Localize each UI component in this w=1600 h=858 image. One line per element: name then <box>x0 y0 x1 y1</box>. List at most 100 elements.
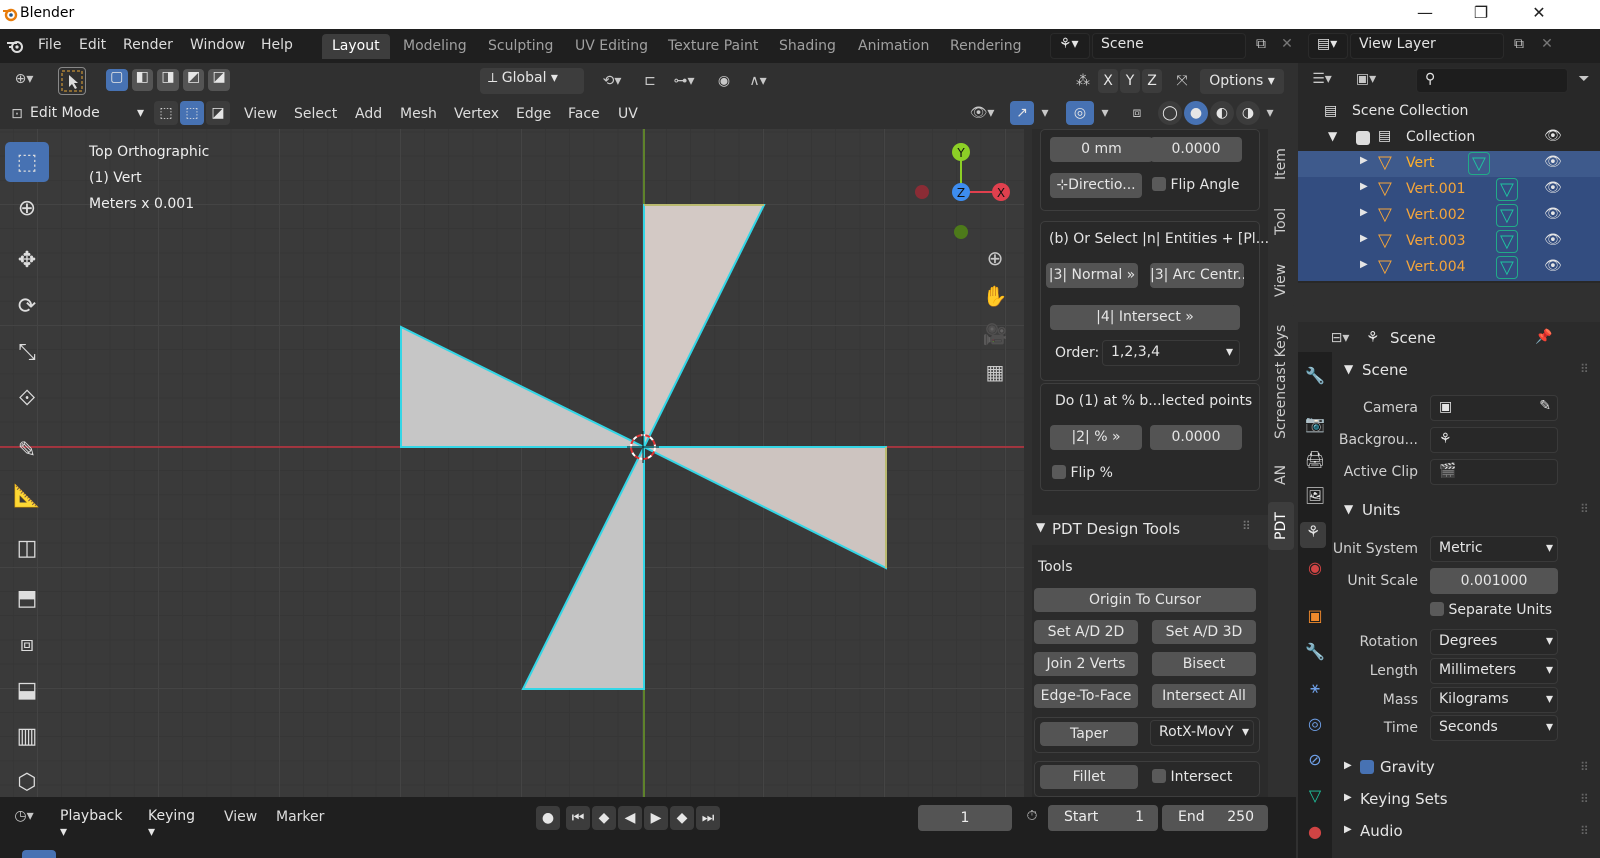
tab-screencast-keys[interactable]: Screencast Keys <box>1268 316 1294 448</box>
3d-cursor-icon[interactable] <box>627 431 659 463</box>
view-layer-tab-icon[interactable]: 🖼 <box>1302 486 1328 512</box>
measure-tool-icon[interactable]: 📐 <box>5 476 49 516</box>
wireframe-shading-icon[interactable]: ◯ <box>1158 101 1182 125</box>
collection-checkbox[interactable] <box>1356 131 1370 145</box>
navigation-gizmo[interactable]: Y X Z <box>908 140 1020 240</box>
keying-sets-section-header[interactable]: ▶ Keying Sets ⠿ <box>1338 788 1600 812</box>
tab-an[interactable]: AN <box>1268 454 1294 496</box>
edge-to-face-button[interactable]: Edge-To-Face <box>1034 684 1138 708</box>
mesh-data-icon[interactable]: ▽ <box>1496 256 1518 279</box>
close-button[interactable]: ✕ <box>1524 3 1554 22</box>
scene-browse-button[interactable]: ⚘▾ <box>1050 33 1090 59</box>
length-dropdown[interactable]: Millimeters ▾ <box>1430 658 1558 684</box>
mirror-z-button[interactable]: Z <box>1142 69 1162 93</box>
knife-tool-icon[interactable]: ⬡ <box>5 762 49 802</box>
gizmo-toggle-icon[interactable]: ↗ <box>1010 101 1034 125</box>
direction-button[interactable]: ⊹Directio... <box>1050 173 1142 198</box>
transform-tool-icon[interactable]: ⟐ <box>5 378 49 418</box>
select-tool-icon[interactable]: ⬚ <box>5 142 49 182</box>
overlays-dropdown-icon[interactable]: ▾ <box>1096 105 1114 121</box>
join-2-verts-button[interactable]: Join 2 Verts <box>1034 652 1138 676</box>
face-right[interactable] <box>643 446 887 570</box>
extrude-tool-icon[interactable]: ⬒ <box>5 578 49 618</box>
design-tools-header[interactable]: ▼ PDT Design Tools ⠿ <box>1032 515 1268 545</box>
menu-render[interactable]: Render <box>123 37 173 53</box>
menu-edge[interactable]: Edge <box>516 106 551 122</box>
play-reverse-icon[interactable]: ◀ <box>618 806 642 830</box>
flip-percent-check[interactable] <box>1052 465 1066 479</box>
start-frame-field[interactable]: Start 1 <box>1048 805 1158 831</box>
intersect-4-button[interactable]: |4| Intersect » <box>1050 305 1240 330</box>
solid-shading-icon[interactable]: ● <box>1184 101 1208 125</box>
tab-tool[interactable]: Tool <box>1268 196 1294 246</box>
current-frame-field[interactable]: 1 <box>918 805 1012 831</box>
edge-select-icon[interactable]: ⬚ <box>180 101 204 125</box>
unit-scale-field[interactable]: 0.001000 <box>1430 568 1558 594</box>
flip-percent-checkbox[interactable]: Flip % <box>1052 465 1113 481</box>
drag-handle-icon[interactable]: ⠿ <box>1580 502 1589 516</box>
visibility-eye-icon[interactable]: 👁 <box>1544 154 1562 170</box>
outliner-collection[interactable]: ▼ ▤ Collection 👁 <box>1298 125 1600 151</box>
jump-end-icon[interactable]: ⏭ <box>696 806 720 830</box>
prev-keyframe-icon[interactable]: ◆ <box>592 806 616 830</box>
expand-arrow-icon[interactable]: ▶ <box>1360 155 1368 166</box>
overlays-toggle-icon[interactable]: ◎ <box>1066 101 1094 125</box>
menu-select[interactable]: Select <box>294 106 337 122</box>
eyedropper-icon[interactable]: ✎ <box>1539 398 1551 414</box>
material-tab-icon[interactable]: ● <box>1302 822 1328 848</box>
jump-start-icon[interactable]: ⏮ <box>566 806 590 830</box>
gizmo-neg-y-icon[interactable] <box>954 225 968 239</box>
transform-orientation-dropdown[interactable]: ⟂ Global ▾ <box>480 68 584 94</box>
delete-view-layer-icon[interactable]: ✕ <box>1536 36 1558 52</box>
tab-shading[interactable]: Shading <box>769 34 846 59</box>
taper-button[interactable]: Taper <box>1040 722 1138 746</box>
menu-edit[interactable]: Edit <box>79 37 106 53</box>
menu-help[interactable]: Help <box>261 37 293 53</box>
tab-layout[interactable]: Layout <box>322 34 390 59</box>
bevel-tool-icon[interactable]: ⬓ <box>5 670 49 710</box>
outliner-row-vert-003[interactable]: ▶ ▽ Vert.003 ▽ 👁 <box>1298 229 1600 255</box>
data-tab-icon[interactable]: ▽ <box>1302 786 1328 812</box>
tab-modeling[interactable]: Modeling <box>393 34 477 59</box>
units-section-header[interactable]: ▼ Units ⠿ <box>1338 498 1600 524</box>
proportional-edit-icon[interactable]: ◉ <box>714 73 734 89</box>
visibility-icon[interactable]: 👁▾ <box>962 105 1002 121</box>
arc-centre-button[interactable]: |3| Arc Centr... <box>1150 263 1244 288</box>
inset-tool-icon[interactable]: ⧈ <box>5 624 49 664</box>
menu-uv[interactable]: UV <box>618 106 638 122</box>
filter-icon[interactable]: ⏷ <box>1574 71 1594 87</box>
annotate-tool-icon[interactable]: ✎ <box>5 430 49 470</box>
restore-button[interactable]: ❐ <box>1466 3 1496 22</box>
face-top[interactable] <box>643 204 766 448</box>
distance-field[interactable]: 0 mm <box>1050 137 1153 162</box>
flip-angle-checkbox[interactable]: Flip Angle <box>1152 177 1262 197</box>
face-select-icon[interactable]: ◪ <box>206 101 230 125</box>
editor-type-icon[interactable]: ⊕▾ <box>6 71 42 87</box>
select-new-icon[interactable]: ▢ <box>106 69 128 91</box>
order-dropdown[interactable]: 1,2,3,4 ▾ <box>1102 340 1240 366</box>
fillet-button[interactable]: Fillet <box>1040 765 1138 789</box>
percent-value-field[interactable]: 0.0000 <box>1150 425 1242 450</box>
visibility-eye-icon[interactable]: 👁 <box>1544 258 1562 274</box>
set-ad-2d-button[interactable]: Set A/D 2D <box>1034 620 1138 644</box>
pan-hand-icon[interactable]: ✋ <box>980 284 1010 308</box>
angle-field[interactable]: 0.0000 <box>1150 137 1242 162</box>
outliner-scene-collection[interactable]: ▤ Scene Collection <box>1298 99 1600 125</box>
scene-section-header[interactable]: ▼ Scene ⠿ <box>1338 358 1600 384</box>
view-layer-browse-button[interactable]: ▤▾ <box>1308 33 1348 59</box>
perspective-grid-icon[interactable]: ▦ <box>980 360 1010 384</box>
visibility-eye-icon[interactable]: 👁 <box>1544 180 1562 196</box>
material-shading-icon[interactable]: ◐ <box>1210 101 1234 125</box>
outliner-editor-type-icon[interactable]: ☰▾ <box>1304 71 1340 87</box>
tab-pdt[interactable]: PDT <box>1268 502 1294 550</box>
drag-handle-icon[interactable]: ⠿ <box>1580 824 1589 838</box>
playback-menu[interactable]: Playback ▾ <box>52 805 138 840</box>
face-left[interactable] <box>400 325 645 448</box>
mirror-y-button[interactable]: Y <box>1120 69 1140 93</box>
select-invert-icon[interactable]: ◩ <box>182 69 205 91</box>
play-icon[interactable]: ▶ <box>644 806 668 830</box>
options-dropdown[interactable]: Options ▾ <box>1200 69 1284 94</box>
menu-file[interactable]: File <box>38 37 61 53</box>
visibility-eye-icon[interactable]: 👁 <box>1544 128 1562 144</box>
display-mode-icon[interactable]: ▣▾ <box>1348 71 1384 87</box>
